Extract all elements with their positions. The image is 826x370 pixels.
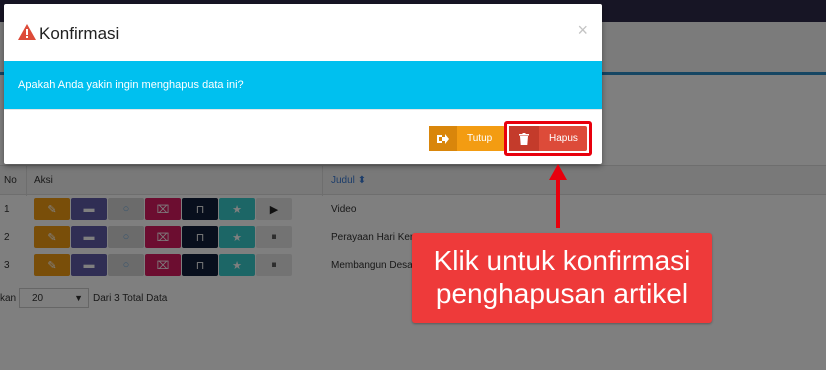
sign-out-icon <box>429 126 457 151</box>
close-icon[interactable]: × <box>577 20 588 41</box>
annotation-line-2: penghapusan artikel <box>435 278 689 309</box>
confirm-button-label: Hapus <box>549 133 578 144</box>
dialog-title: Konfirmasi <box>39 24 120 43</box>
confirm-dialog: Konfirmasi × Apakah Anda yakin ingin men… <box>4 4 602 164</box>
warning-icon <box>18 24 36 40</box>
arrow-up-icon <box>549 164 567 228</box>
close-button[interactable]: Tutup <box>429 126 505 151</box>
dialog-message: Apakah Anda yakin ingin menghapus data i… <box>18 79 244 91</box>
confirm-delete-button[interactable]: Hapus <box>509 126 587 151</box>
annotation-line-1: Klik untuk konfirmasi <box>433 245 691 276</box>
dialog-footer: Tutup Hapus <box>4 109 602 164</box>
dialog-body: Apakah Anda yakin ingin menghapus data i… <box>4 61 602 109</box>
annotation-callout: Klik untuk konfirmasi penghapusan artike… <box>412 233 712 323</box>
dialog-header: Konfirmasi × <box>4 4 602 61</box>
trash-icon <box>509 126 539 151</box>
close-button-label: Tutup <box>467 133 493 144</box>
